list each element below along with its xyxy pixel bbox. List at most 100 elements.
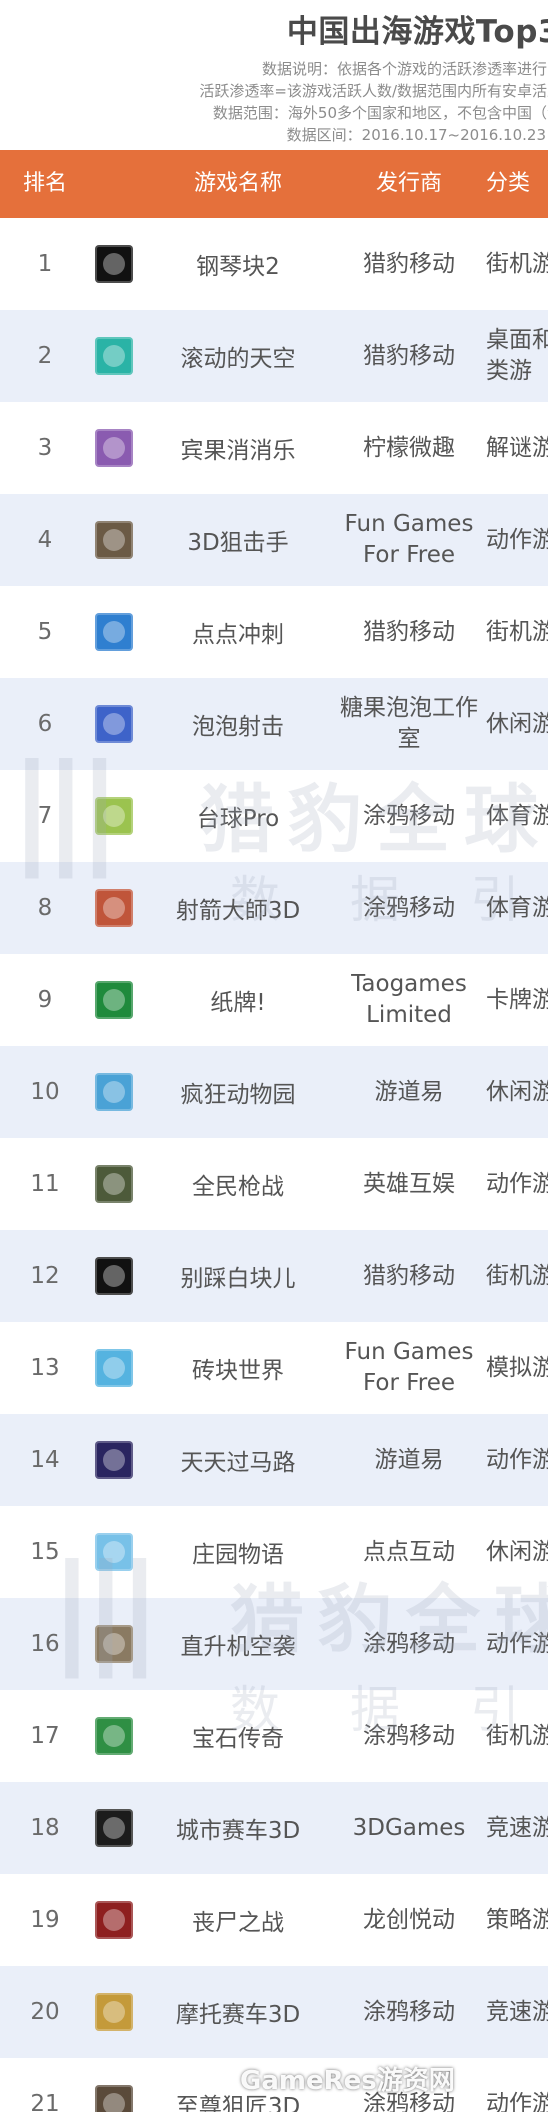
category-cell: 模拟游	[486, 1354, 548, 1381]
category-cell: 动作游	[486, 2090, 548, 2112]
publisher-cell: 猎豹移动	[363, 342, 455, 369]
category-cell: 动作游	[486, 1630, 548, 1657]
footer-watermark: GameRes游资网	[240, 2066, 455, 2096]
table-row: 4 3D狙击手 Fun Games For Free 动作游	[0, 494, 548, 586]
category-cell: 街机游	[486, 618, 548, 645]
dot-dash-icon	[95, 613, 133, 651]
category-cell: 动作游	[486, 1170, 548, 1197]
category-cell: 策略游	[486, 1906, 548, 1933]
rank-cell: 11	[30, 1171, 60, 1197]
data-period: 数据区间：2016.10.17~2016.10.23	[286, 126, 546, 144]
table-row: 15 庄园物语 点点互动 休闲游	[0, 1506, 548, 1598]
bubble-shooter-icon	[95, 705, 133, 743]
rank-cell: 20	[30, 1999, 60, 2025]
publisher-cell: 游道易	[374, 1078, 444, 1105]
rolling-sky-icon	[95, 337, 133, 375]
game-name-cell: 宾果消消乐	[180, 438, 296, 464]
game-name-cell: 射箭大師3D	[175, 898, 301, 924]
rank-cell: 7	[37, 803, 53, 829]
game-name-cell: 直升机空袭	[180, 1634, 296, 1660]
table-row: 9 纸牌! Taogames Limited 卡牌游	[0, 954, 548, 1046]
publisher-cell: 龙创悦动	[363, 1906, 455, 1933]
archery-icon	[95, 889, 133, 927]
game-name-cell: 全民枪战	[192, 1174, 284, 1200]
game-name-cell: 砖块世界	[192, 1358, 284, 1384]
category-cell: 体育游	[486, 894, 548, 921]
publisher-cell: 猎豹移动	[363, 1262, 455, 1289]
category-cell: 街机游	[486, 1722, 548, 1749]
publisher-cell: 涂鸦移动	[363, 1998, 455, 2025]
table-row: 14 天天过马路 游道易 动作游	[0, 1414, 548, 1506]
sniper-icon	[95, 521, 133, 559]
game-name-cell: 丧尸之战	[192, 1910, 284, 1936]
table-row: 18 城市赛车3D 3DGames 竞速游	[0, 1782, 548, 1874]
table-row: 10 疯狂动物园 游道易 休闲游	[0, 1046, 548, 1138]
rank-cell: 5	[37, 619, 53, 645]
rank-cell: 17	[30, 1723, 60, 1749]
category-cell: 休闲游	[486, 710, 548, 737]
rank-cell: 15	[30, 1539, 60, 1565]
game-name-cell: 纸牌!	[210, 990, 266, 1016]
publisher-cell: 涂鸦移动	[363, 802, 455, 829]
category-cell: 动作游	[486, 1446, 548, 1473]
publisher-cell: 糖果泡泡工作室	[340, 695, 478, 752]
rank-cell: 19	[30, 1907, 60, 1933]
game-name-cell: 点点冲刺	[192, 622, 284, 648]
table-header: 排名 游戏名称 发行商 分类	[0, 150, 548, 218]
table-row: 12 别踩白块儿 猎豹移动 街机游	[0, 1230, 548, 1322]
rank-cell: 12	[30, 1263, 60, 1289]
game-name-cell: 摩托赛车3D	[175, 2002, 301, 2028]
rank-cell: 10	[30, 1079, 60, 1105]
game-name-cell: 钢琴块2	[196, 254, 280, 280]
infographic-page: 中国出海游戏Top3 数据说明：依据各个游戏的活跃渗透率进行扌 活跃渗透率=该游…	[0, 0, 548, 2112]
game-name-cell: 宝石传奇	[192, 1726, 284, 1752]
table-row: 2 滚动的天空 猎豹移动 桌面和类游	[0, 310, 548, 402]
table-row: 13 砖块世界 Fun Games For Free 模拟游	[0, 1322, 548, 1414]
category-cell: 街机游	[486, 250, 548, 277]
publisher-cell: 涂鸦移动	[363, 1630, 455, 1657]
rank-cell: 3	[37, 435, 53, 461]
table-row: 8 射箭大師3D 涂鸦移动 体育游	[0, 862, 548, 954]
rank-cell: 18	[30, 1815, 60, 1841]
publisher-cell: 猎豹移动	[363, 618, 455, 645]
bingo-match-icon	[95, 429, 133, 467]
table-row: 11 全民枪战 英雄互娱 动作游	[0, 1138, 548, 1230]
table-row: 17 宝石传奇 涂鸦移动 街机游	[0, 1690, 548, 1782]
rank-cell: 6	[37, 711, 53, 737]
table-row: 1 钢琴块2 猎豹移动 街机游	[0, 218, 548, 310]
jewel-legend-icon	[95, 1717, 133, 1755]
data-scope: 数据范围：海外50多个国家和地区，不包含中国（含	[212, 104, 548, 122]
category-cell: 体育游	[486, 802, 548, 829]
category-cell: 休闲游	[486, 1078, 548, 1105]
game-name-cell: 台球Pro	[196, 806, 280, 832]
table-row: 19 丧尸之战 龙创悦动 策略游	[0, 1874, 548, 1966]
category-cell: 休闲游	[486, 1538, 548, 1565]
game-name-cell: 城市赛车3D	[175, 1818, 301, 1844]
category-cell: 竞速游	[486, 1814, 548, 1841]
game-name-cell: 天天过马路	[180, 1450, 296, 1476]
publisher-cell: Taogames Limited	[351, 971, 467, 1028]
publisher-cell: Fun Games For Free	[344, 511, 474, 568]
rank-cell: 14	[30, 1447, 60, 1473]
publisher-cell: 猎豹移动	[363, 250, 455, 277]
solitaire-icon	[95, 981, 133, 1019]
category-cell: 解谜游	[486, 434, 548, 461]
rank-cell: 21	[30, 2091, 60, 2112]
game-name-cell: 3D狙击手	[187, 530, 289, 556]
game-name-cell: 别踩白块儿	[180, 1266, 296, 1292]
rank-cell: 13	[30, 1355, 60, 1381]
family-farm-icon	[95, 1533, 133, 1571]
rank-cell: 4	[37, 527, 53, 553]
supreme-sniper-icon	[95, 2085, 133, 2112]
publisher-cell: 英雄互娱	[363, 1170, 455, 1197]
category-cell: 竞速游	[486, 1998, 548, 2025]
gun-battle-icon	[95, 1165, 133, 1203]
column-header-rank: 排名	[22, 171, 67, 196]
publisher-cell: 涂鸦移动	[363, 894, 455, 921]
white-tile-icon	[95, 1257, 133, 1295]
header: 中国出海游戏Top3 数据说明：依据各个游戏的活跃渗透率进行扌 活跃渗透率=该游…	[0, 0, 548, 150]
rank-cell: 8	[37, 895, 53, 921]
category-cell: 桌面和类游	[486, 327, 548, 384]
pool-pro-icon	[95, 797, 133, 835]
column-header-name: 游戏名称	[193, 171, 282, 196]
